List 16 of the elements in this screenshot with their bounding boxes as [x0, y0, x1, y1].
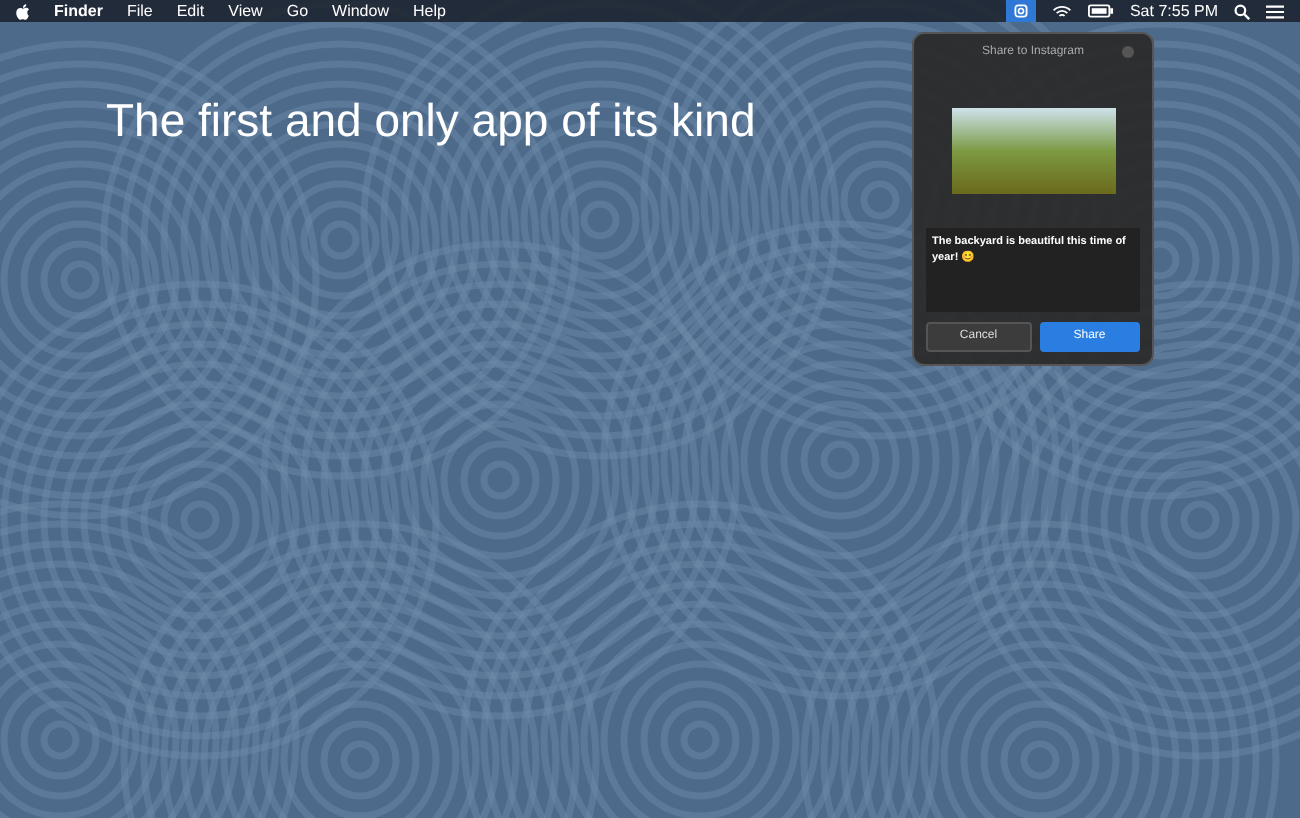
menu-item[interactable]: Go: [286, 3, 309, 19]
menu-item[interactable]: View: [228, 3, 263, 19]
list-icon[interactable]: [1266, 3, 1284, 19]
search-icon[interactable]: [1234, 3, 1250, 19]
wifi-icon[interactable]: [1051, 3, 1072, 19]
status-item[interactable]: [1005, 0, 1036, 22]
menu-bar-clock[interactable]: Sat 7:55 PM: [1129, 3, 1218, 19]
menu-item[interactable]: File: [126, 3, 153, 19]
apple-icon[interactable]: [16, 3, 30, 19]
camera-icon: [1013, 4, 1028, 18]
app-menu[interactable]: Finder: [54, 3, 103, 19]
battery-icon[interactable]: [1087, 4, 1114, 18]
menu-item[interactable]: Edit: [176, 3, 205, 19]
menu-item[interactable]: Window: [332, 3, 389, 19]
menu-item[interactable]: Help: [412, 3, 446, 19]
headline: The first and only app of its kind: [106, 92, 756, 150]
